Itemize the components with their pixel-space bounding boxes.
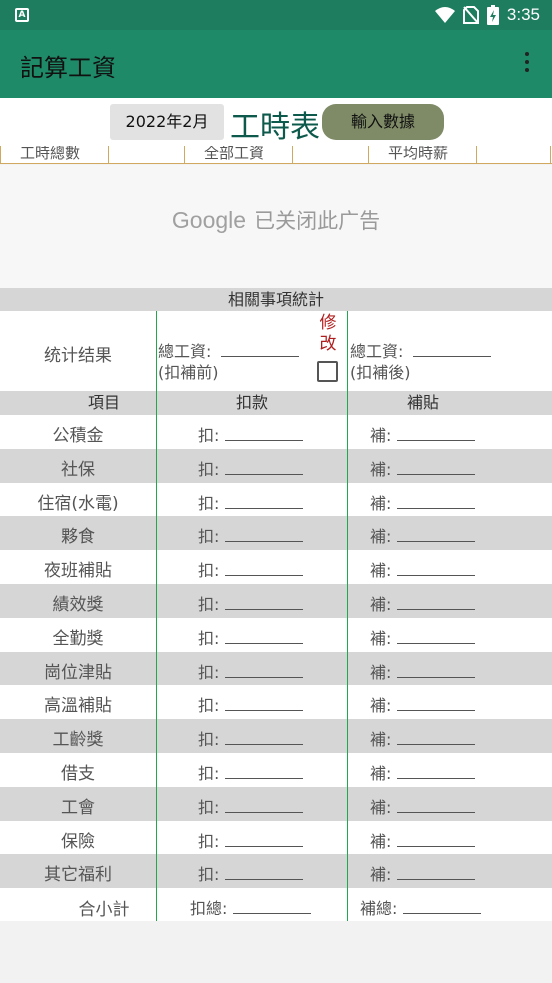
subsidy-field[interactable]: 補: xyxy=(370,659,475,683)
column-divider xyxy=(156,311,157,921)
deduct-field[interactable]: 扣: xyxy=(198,490,303,514)
deduct-field[interactable]: 扣: xyxy=(198,828,303,852)
subsidy-field[interactable]: 補: xyxy=(370,625,475,649)
item-row: 崗位津貼 扣: 補: xyxy=(0,651,552,686)
item-name: 績效獎 xyxy=(52,594,104,615)
item-list: 公積金 扣: 補: 社保 扣: 補: 住宿(水電) 扣: 補: 夥食 扣: 補: 夜班補… xyxy=(0,415,552,889)
stats-section-title: 相關事項統計 xyxy=(0,288,552,311)
item-name: 公積金 xyxy=(52,426,104,446)
item-row: 工齡獎 扣: 補: xyxy=(0,719,552,753)
subsidy-field[interactable]: 補: xyxy=(370,456,475,480)
item-name: 借支 xyxy=(61,763,95,784)
battery-charging-icon xyxy=(486,5,499,25)
item-name: 崗位津貼 xyxy=(44,662,112,683)
item-row: 高溫補貼 扣: 補: xyxy=(0,685,552,720)
stats-result-label: 统计结果 xyxy=(44,346,112,366)
item-name: 住宿(水電) xyxy=(37,493,119,514)
item-name: 保險 xyxy=(61,831,95,852)
total-wage-after: 總工資: (扣補後) xyxy=(350,341,492,383)
column-divider xyxy=(347,311,348,921)
deduct-field[interactable]: 扣: xyxy=(198,659,303,683)
item-row: 工會 扣: 補: xyxy=(0,786,552,821)
app-bar: 記算工資 xyxy=(0,30,552,98)
item-row: 借支 扣: 補: xyxy=(0,752,552,787)
month-selector-button[interactable]: 2022年2月 xyxy=(110,104,224,140)
item-row: 夜班補貼 扣: 補: xyxy=(0,550,552,584)
item-row: 公積金 扣: 補: xyxy=(0,415,552,449)
deduct-field[interactable]: 扣: xyxy=(198,861,303,885)
deduct-field[interactable]: 扣: xyxy=(198,557,303,581)
item-row: 夥食 扣: 補: xyxy=(0,516,552,551)
column-deduct: 扣款 xyxy=(235,393,268,412)
hours-total-label: 工時總數 xyxy=(20,146,81,162)
deduct-field[interactable]: 扣: xyxy=(198,794,303,818)
deduct-field[interactable]: 扣: xyxy=(198,692,303,716)
ad-closed-message: Google 已关闭此广告 xyxy=(0,205,552,235)
item-row: 社保 扣: 補: xyxy=(0,448,552,483)
ad-closed-text: 已关闭此广告 xyxy=(254,209,381,233)
total-wage-label: 全部工資 xyxy=(204,146,265,162)
deduct-total[interactable]: 扣總: xyxy=(190,895,311,919)
app-title: 記算工資 xyxy=(20,54,116,82)
item-name: 工齡獎 xyxy=(52,730,104,751)
subsidy-field[interactable]: 補: xyxy=(370,490,475,514)
subsidy-field[interactable]: 補: xyxy=(370,422,475,446)
item-row: 全勤獎 扣: 補: xyxy=(0,617,552,652)
deduct-field[interactable]: 扣: xyxy=(198,422,303,446)
sheet-header: 2022年2月 工時表 輸入數據 xyxy=(0,98,552,146)
item-name: 其它福利 xyxy=(44,865,112,886)
input-data-button[interactable]: 輸入數據 xyxy=(322,104,444,140)
wifi-icon xyxy=(434,7,455,23)
deduct-field[interactable]: 扣: xyxy=(198,726,303,750)
item-row: 其它福利 扣: 補: xyxy=(0,854,552,889)
subsidy-field[interactable]: 補: xyxy=(370,523,475,547)
stats-result-row: 统计结果 總工資: (扣補前) 修改 總工資: (扣補後) xyxy=(0,311,552,391)
subsidy-field[interactable]: 補: xyxy=(370,760,475,784)
sheet-title: 工時表 xyxy=(230,110,320,145)
subsidy-field[interactable]: 補: xyxy=(370,692,475,716)
status-bar: A 3:35 xyxy=(0,0,552,30)
item-name: 夜班補貼 xyxy=(44,561,112,582)
avg-wage-label: 平均時薪 xyxy=(388,146,449,162)
item-name: 夥食 xyxy=(61,527,95,548)
app-notification-icon: A xyxy=(15,8,29,22)
subsidy-field[interactable]: 補: xyxy=(370,591,475,615)
total-wage-before: 總工資: (扣補前) xyxy=(158,341,300,383)
subsidy-field[interactable]: 補: xyxy=(370,794,475,818)
subsidy-total[interactable]: 補總: xyxy=(360,895,481,919)
ad-banner: Google 已关闭此广告 xyxy=(0,165,552,288)
deduct-field[interactable]: 扣: xyxy=(198,625,303,649)
deduct-field[interactable]: 扣: xyxy=(198,760,303,784)
deduct-field[interactable]: 扣: xyxy=(198,591,303,615)
subtotal-label: 合小計 xyxy=(78,900,130,920)
item-name: 高溫補貼 xyxy=(44,696,112,717)
deduct-field[interactable]: 扣: xyxy=(198,456,303,480)
item-name: 工會 xyxy=(61,797,95,818)
subsidy-field[interactable]: 補: xyxy=(370,828,475,852)
deduct-field[interactable]: 扣: xyxy=(198,523,303,547)
google-logo: Google xyxy=(171,207,247,233)
subsidy-field[interactable]: 補: xyxy=(370,726,475,750)
summary-strip: 工時總數 全部工資 平均時薪 xyxy=(0,146,552,164)
clock: 3:35 xyxy=(506,5,540,24)
column-subsidy: 補貼 xyxy=(406,393,439,412)
subtotal-row: 合小計 扣總: 補總: xyxy=(0,888,552,921)
modify-checkbox[interactable] xyxy=(317,361,338,382)
item-name: 全勤獎 xyxy=(52,628,104,649)
item-row: 保險 扣: 補: xyxy=(0,820,552,855)
item-name: 社保 xyxy=(61,459,95,480)
item-row: 績效獎 扣: 補: xyxy=(0,583,552,618)
modify-label: 修改 xyxy=(319,313,337,354)
column-header: 項目 扣款 補貼 xyxy=(0,391,552,415)
subsidy-field[interactable]: 補: xyxy=(370,861,475,885)
overflow-menu-icon[interactable] xyxy=(524,52,530,76)
item-row: 住宿(水電) 扣: 補: xyxy=(0,482,552,517)
subsidy-field[interactable]: 補: xyxy=(370,557,475,581)
no-sim-icon xyxy=(462,6,479,24)
